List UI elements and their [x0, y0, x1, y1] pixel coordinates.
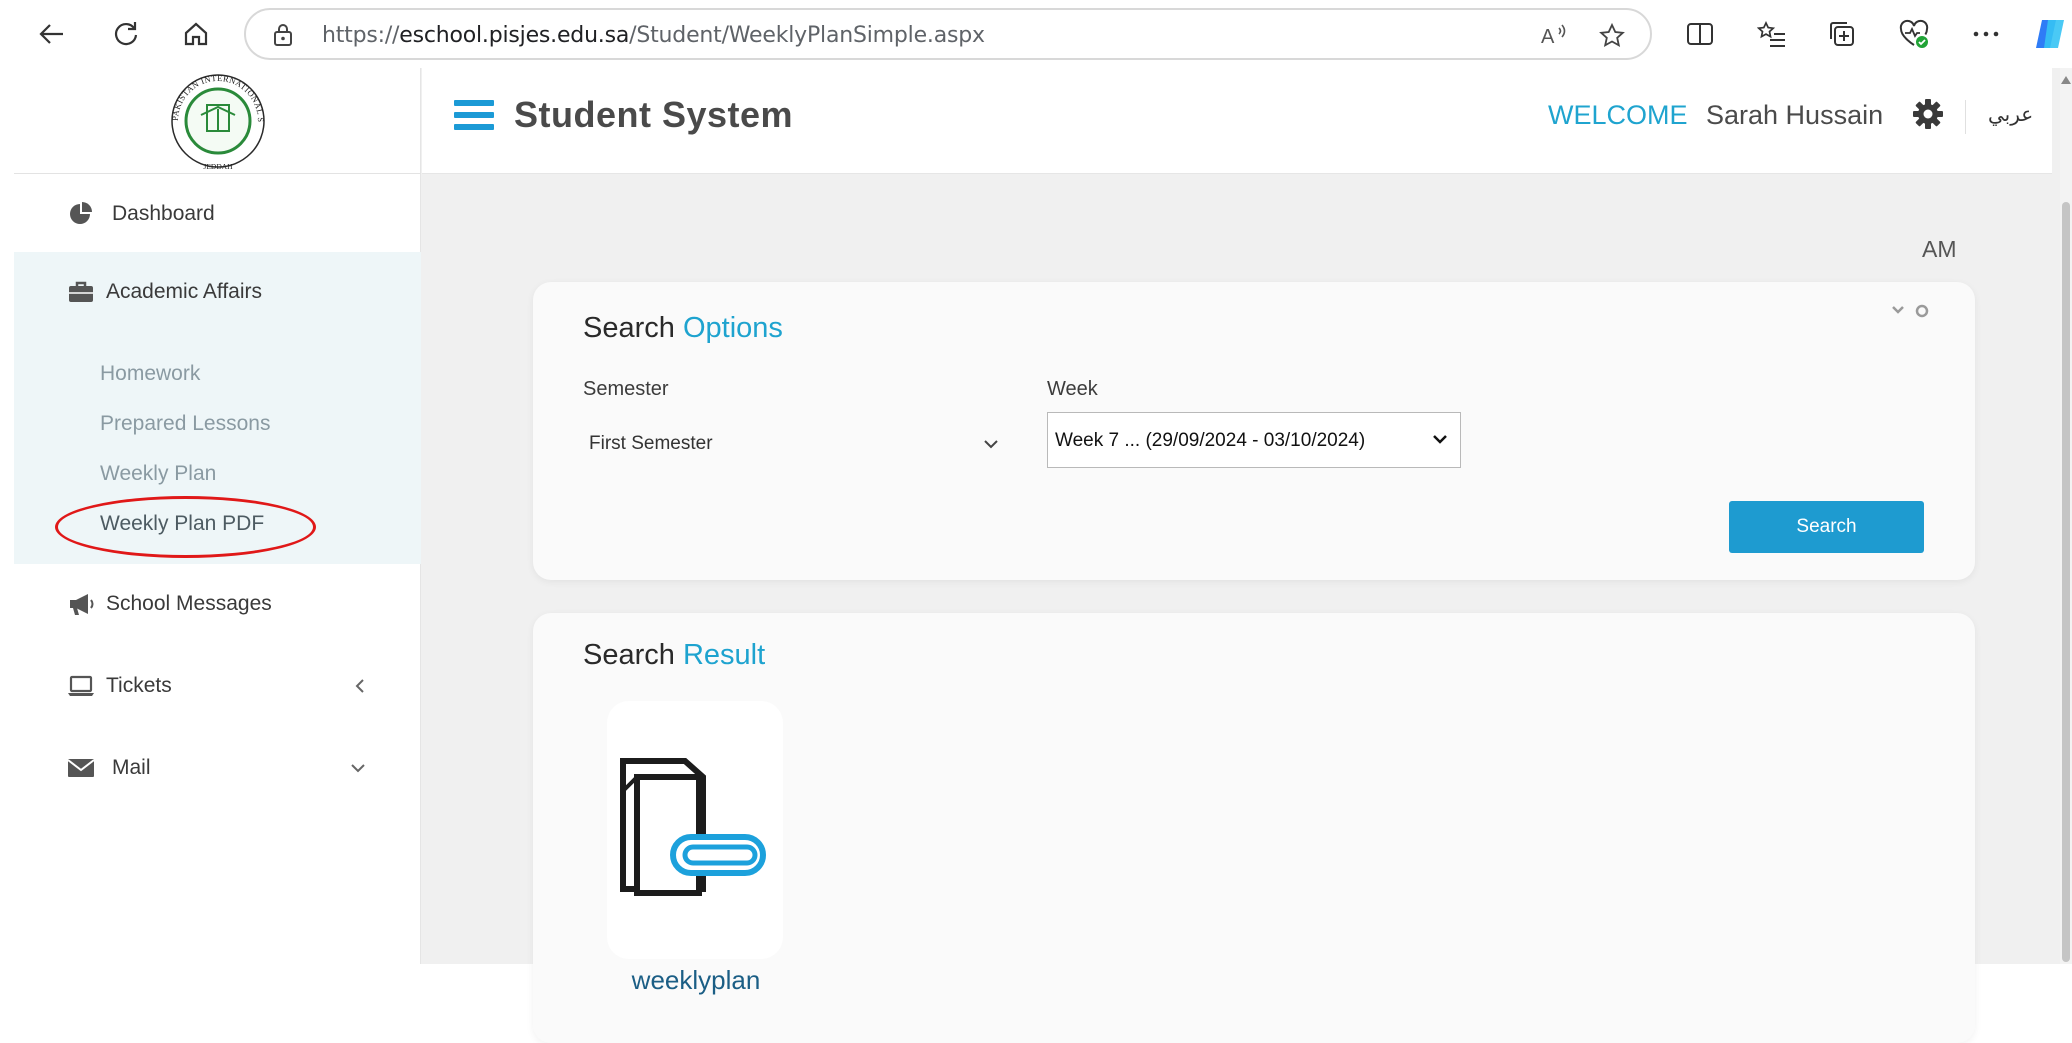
refresh-button[interactable]	[104, 12, 148, 56]
more-menu-button[interactable]	[1966, 14, 2006, 54]
panel-tools	[1891, 304, 1929, 318]
home-button[interactable]	[174, 12, 218, 56]
favorites-button[interactable]	[1752, 14, 1792, 54]
chevron-down-icon	[1433, 435, 1447, 444]
school-logo: PAKISTAN INTERNATIONAL SCHOOL JEDDAH	[14, 68, 421, 174]
attachment-document-icon	[620, 758, 766, 896]
sidebar-item-dashboard[interactable]: Dashboard	[14, 174, 421, 254]
collections-icon	[1830, 22, 1854, 46]
sidebar-item-label: Tickets	[106, 674, 172, 697]
clock-ampm: AM	[1922, 236, 1957, 262]
home-icon	[184, 22, 208, 46]
laptop-icon	[66, 671, 96, 701]
address-bar[interactable]: https://eschool.pisjes.edu.sa/Student/We…	[244, 8, 1652, 60]
school-crest-icon: PAKISTAN INTERNATIONAL SCHOOL JEDDAH	[163, 71, 266, 171]
search-result-panel: Search Result weeklyplan	[533, 613, 1975, 1043]
svg-text:A: A	[1541, 26, 1555, 48]
gear-icon	[1913, 99, 1943, 129]
red-highlight-ellipse	[55, 496, 316, 558]
svg-text:JEDDAH: JEDDAH	[203, 162, 233, 171]
semester-label: Semester	[583, 378, 669, 400]
semester-select[interactable]: First Semester	[583, 420, 1003, 468]
split-screen-button[interactable]	[1680, 14, 1720, 54]
settings-button[interactable]	[1912, 98, 1944, 135]
reload-icon[interactable]	[1915, 304, 1929, 318]
scrollbar-thumb[interactable]	[2062, 202, 2070, 962]
lock-icon	[274, 24, 292, 46]
envelope-icon	[66, 753, 96, 783]
heart-pulse-icon	[1899, 19, 1929, 48]
more-dots-icon	[1973, 31, 1999, 37]
search-options-panel: Search Options Semester First Semester W…	[533, 282, 1975, 580]
briefcase-icon	[66, 277, 96, 307]
app-header: Student System WELCOME Sarah Hussain عرب…	[422, 68, 2052, 174]
favorite-star-icon[interactable]	[1598, 22, 1626, 50]
copilot-button[interactable]	[2030, 14, 2070, 54]
browser-essentials-button[interactable]	[1894, 14, 1934, 54]
app-title: Student System	[514, 94, 794, 135]
sidebar-item-label: Academic Affairs	[106, 280, 263, 303]
refresh-icon	[114, 22, 138, 46]
back-button[interactable]	[30, 12, 74, 56]
back-arrow-icon	[39, 24, 63, 44]
sidebar: PAKISTAN INTERNATIONAL SCHOOL JEDDAH Das…	[14, 68, 421, 964]
browser-toolbar: https://eschool.pisjes.edu.sa/Student/We…	[0, 0, 2072, 68]
sidebar-item-label: School Messages	[106, 592, 272, 615]
megaphone-icon	[66, 589, 96, 619]
page-scrollbar[interactable]	[2060, 68, 2072, 964]
user-name[interactable]: Sarah Hussain	[1706, 100, 1883, 131]
sidebar-item-school-messages[interactable]: School Messages	[14, 564, 421, 644]
submenu-item-weekly-plan[interactable]: Weekly Plan	[100, 462, 216, 486]
panel-title: Search Options	[583, 312, 783, 344]
panel-title: Search Result	[583, 639, 766, 671]
sidebar-item-label: Mail	[112, 756, 151, 779]
url-text: https://eschool.pisjes.edu.sa/Student/We…	[322, 23, 985, 48]
favorites-list-icon	[1757, 21, 1785, 47]
split-screen-icon	[1687, 23, 1713, 45]
file-tile[interactable]	[607, 701, 783, 959]
search-button[interactable]: Search	[1729, 501, 1924, 553]
chevron-left-icon	[355, 679, 364, 693]
week-label: Week	[1047, 378, 1098, 400]
pie-chart-icon	[66, 199, 96, 229]
app-shell: PAKISTAN INTERNATIONAL SCHOOL JEDDAH Das…	[14, 68, 2066, 1043]
scroll-up-arrow-icon[interactable]	[2061, 76, 2071, 84]
collections-button[interactable]	[1822, 14, 1862, 54]
collapse-chevron-icon[interactable]	[1891, 304, 1905, 316]
sidebar-item-tickets[interactable]: Tickets	[14, 646, 421, 726]
submenu-item-prepared-lessons[interactable]: Prepared Lessons	[100, 412, 270, 436]
sidebar-item-label: Dashboard	[112, 202, 215, 225]
submenu-item-homework[interactable]: Homework	[100, 362, 200, 386]
week-select[interactable]: Week 7 ... (29/09/2024 - 03/10/2024)	[1047, 412, 1461, 468]
language-toggle[interactable]: عربي	[1988, 102, 2033, 126]
hamburger-menu-icon[interactable]	[454, 100, 494, 136]
header-divider	[1965, 100, 1966, 134]
sidebar-item-mail[interactable]: Mail	[14, 728, 421, 808]
read-aloud-icon[interactable]: A	[1540, 22, 1570, 48]
file-name[interactable]: weeklyplan	[621, 965, 771, 996]
chevron-down-icon	[984, 440, 998, 449]
chevron-down-icon	[351, 764, 365, 773]
welcome-text: WELCOME	[1548, 100, 1688, 130]
copilot-icon	[2036, 20, 2064, 48]
sidebar-item-academic-affairs[interactable]: Academic Affairs	[14, 252, 421, 332]
